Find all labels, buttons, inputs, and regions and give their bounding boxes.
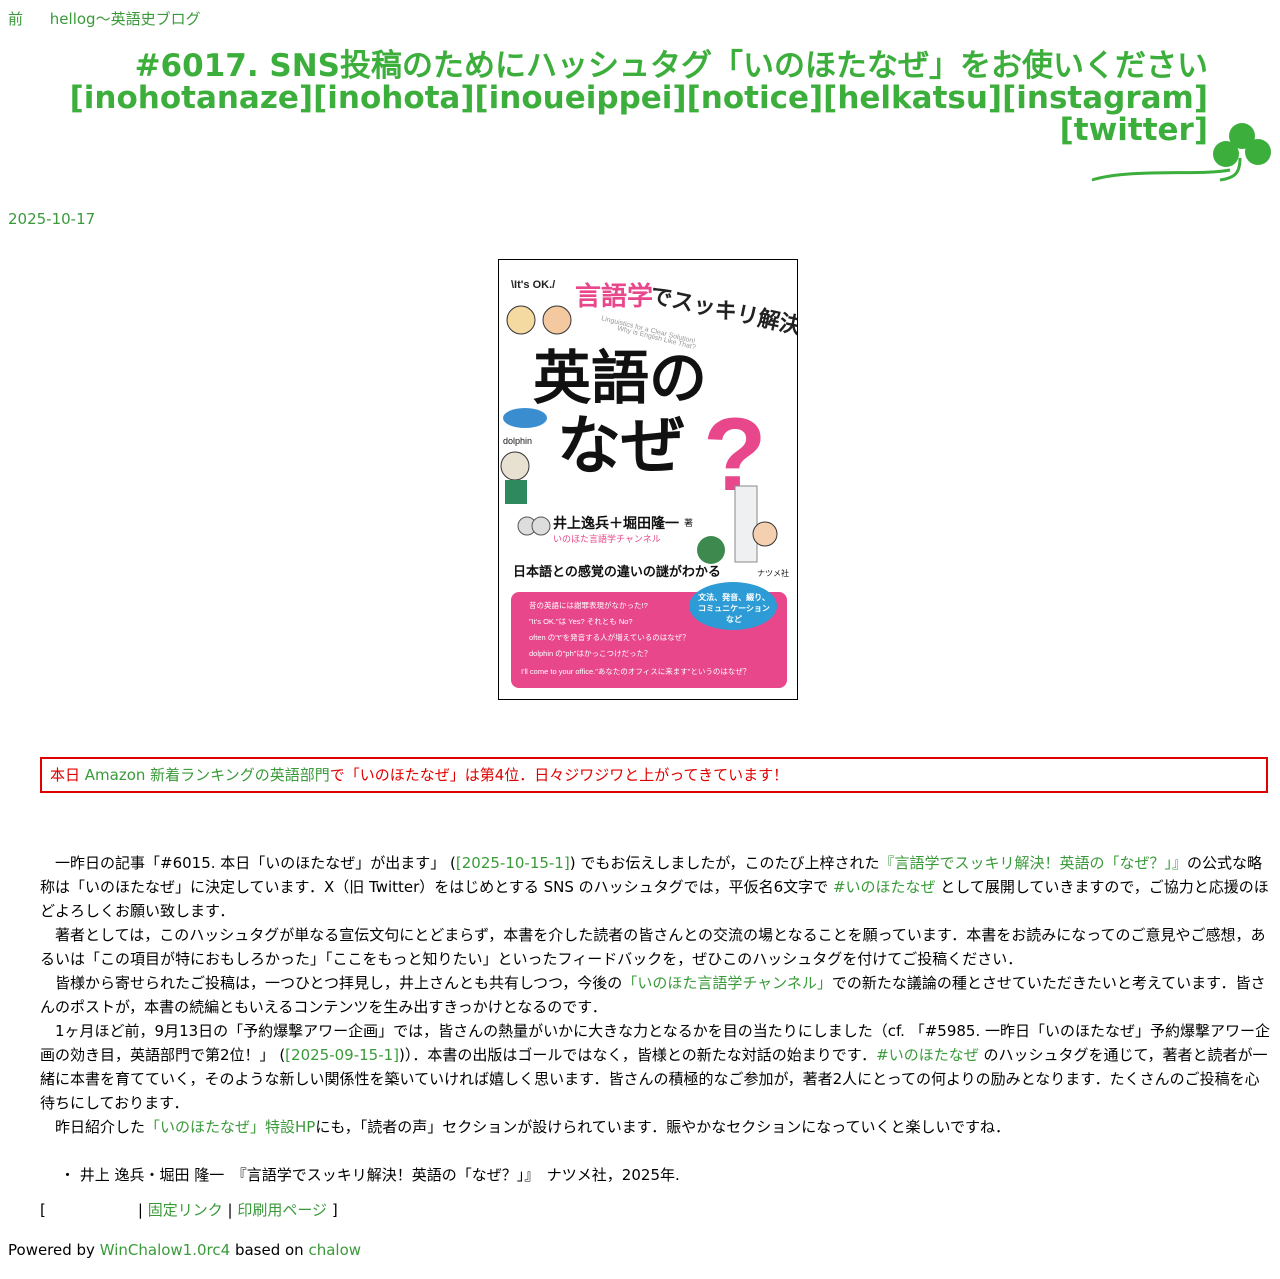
link-2025-09-15[interactable]: [2025-09-15-1] — [285, 1046, 399, 1064]
page-title: #6017. SNS投稿のためにハッシュタグ「いのほたなぜ」をお使いください [… — [60, 50, 1208, 146]
hashtag-link[interactable]: #いのほたなぜ — [833, 878, 936, 896]
links-separator-2: | — [227, 1201, 233, 1219]
book-item-4: dolphin の"ph"はかっこつけだった？ — [529, 649, 651, 658]
book-headline: 日本語との感覚の違いの謎がわかる — [513, 564, 721, 579]
winchalow-link[interactable]: WinChalow1.0rc4 — [100, 1241, 230, 1259]
footer-based: based on — [230, 1241, 309, 1259]
book-authors: 井上逸兵＋堀田隆一 — [553, 515, 679, 531]
reference-item: ・ 井上 逸兵・堀田 隆一 『言語学でスッキリ解決！英語の「なぜ？」』 ナツメ社… — [60, 1166, 680, 1184]
chalow-link[interactable]: chalow — [308, 1241, 361, 1259]
paragraph-3: 皆様から寄せられたご投稿は，一つひとつ拝見し，井上さんとも共有しつつ，今後の「い… — [40, 971, 1272, 1019]
paragraph-4: 1ヶ月ほど前，9月13日の「予約爆撃アワー企画」では，皆さんの熱量がいかに大きな… — [40, 1019, 1272, 1115]
paragraph-5: 昨日紹介した「いのほたなぜ」特設HPにも，「読者の声」セクションが設けられていま… — [40, 1115, 1272, 1139]
p1-text-a: 一昨日の記事「#6015. 本日「いのほたなぜ」が出ます」 ( — [55, 854, 456, 872]
permalink-link[interactable]: 固定リンク — [148, 1201, 223, 1219]
book-dolphin-label: dolphin — [503, 436, 532, 446]
book-item-2: "It's OK."は Yes? それとも No? — [529, 617, 633, 626]
title-line-1: #6017. SNS投稿のためにハッシュタグ「いのほたなぜ」をお使いください — [134, 48, 1208, 84]
print-page-link[interactable]: 印刷用ページ — [237, 1201, 327, 1219]
entry-date: 2025-10-17 — [8, 210, 96, 228]
book-bubble-wrap: 文法、発音、綴り、コミュニケーションなど — [698, 593, 770, 624]
links-separator-1: | — [137, 1201, 143, 1219]
p5-text-a: 昨日紹介した — [55, 1118, 146, 1136]
footer-powered: Powered by — [8, 1241, 100, 1259]
p4-text-b: )）．本書の出版はゴールではなく，皆様との新たな対話の始まりです． — [399, 1046, 877, 1064]
link-2025-10-15[interactable]: [2025-10-15-1] — [456, 854, 570, 872]
prev-link[interactable]: 前 — [8, 10, 23, 28]
notice-text-1: 本日 — [50, 766, 85, 784]
hashtag-link-2[interactable]: #いのほたなぜ — [876, 1046, 979, 1064]
title-line-3: [twitter] — [1059, 112, 1208, 148]
top-navigation: 前 hellog〜英語史ブログ — [8, 7, 223, 31]
entry-links: [ | 固定リンク | 印刷用ページ ] — [40, 1198, 338, 1222]
p5-text-b: にも，「読者の声」セクションが設けられています．賑やかなセクションになっていくと… — [315, 1118, 1010, 1136]
footer: Powered by WinChalow1.0rc4 based on chal… — [8, 1238, 361, 1262]
channel-link[interactable]: 「いのほた言語学チャンネル」 — [622, 974, 832, 992]
book-tagline-pink: 言語学 — [575, 281, 653, 311]
book-channel: いのほた言語学チャンネル — [553, 533, 661, 544]
book-main-title-1: 英語の — [533, 346, 707, 411]
book-item-3: often の"t"を発音する人が増えているのはなぜ？ — [529, 632, 690, 642]
clover-icon — [1091, 123, 1271, 182]
book-its-ok: \It's OK./ — [511, 279, 555, 291]
paragraph-2: 著者としては，このハッシュタグが単なる宣伝文句にとどまらず，本書を介した読者の皆… — [40, 926, 1266, 968]
amazon-ranking-link[interactable]: Amazon 新着ランキングの英語部門 — [85, 766, 330, 784]
p3-text-a: 皆様から寄せられたご投稿は，一つひとつ拝見し，井上さんとも共有しつつ，今後の — [55, 974, 623, 992]
title-line-2: [inohotanaze][inohota][inoueippei][notic… — [69, 80, 1208, 116]
links-close-bracket: ] — [331, 1201, 338, 1219]
ranking-notice: 本日 Amazon 新着ランキングの英語部門で「いのほたなぜ」は第4位．日々ジワ… — [40, 757, 1268, 793]
book-title-link[interactable]: 『言語学でスッキリ解決！英語の「なぜ？」』 — [879, 854, 1187, 872]
book-bubble-text: 文法、発音、綴り、コミュニケーションなど — [698, 593, 770, 624]
special-hp-link[interactable]: 「いのほたなぜ」特設HP — [145, 1118, 315, 1136]
paragraph-1: 一昨日の記事「#6015. 本日「いのほたなぜ」が出ます」 ([2025-10-… — [40, 851, 1272, 923]
book-main-title-2: なぜ — [557, 410, 685, 482]
book-publisher: ナツメ社 — [757, 568, 789, 578]
links-open-bracket: [ — [40, 1201, 46, 1219]
p1-text-b: ) でもお伝えしましたが，このたび上梓された — [569, 854, 880, 872]
book-item-1: 昔の英語には謝罪表現がなかった!? — [529, 600, 648, 610]
book-item-5: I'll come to your office."あなたのオフィスに来ます"と… — [521, 667, 750, 676]
notice-text-2: で「いのほたなぜ」は第4位．日々ジワジワと上がってきています！ — [329, 766, 789, 784]
book-cover-image: \It's OK./ 言語学 でスッキリ解決! Linguistics for … — [498, 259, 798, 700]
book-author-suffix: 著 — [684, 517, 693, 528]
blog-home-link[interactable]: hellog〜英語史ブログ — [50, 10, 201, 28]
article-body: 一昨日の記事「#6015. 本日「いのほたなぜ」が出ます」 ([2025-10-… — [40, 851, 1272, 1139]
